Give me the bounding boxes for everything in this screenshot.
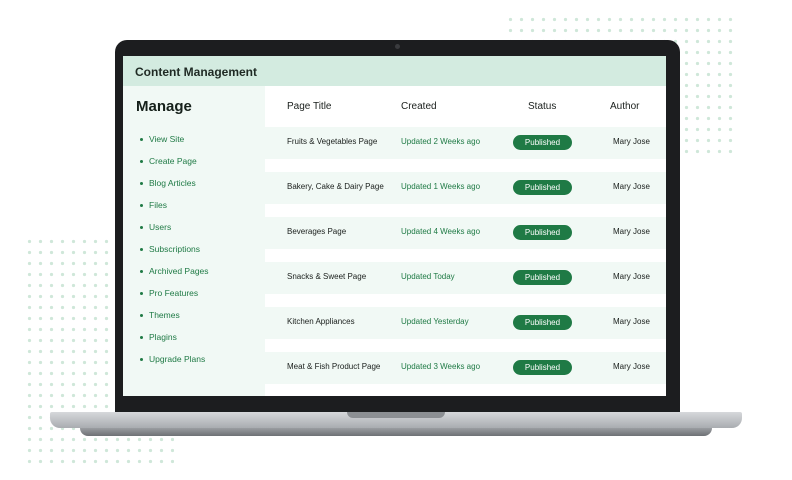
page-title-cell[interactable]: Meat & Fish Product Page xyxy=(287,362,380,371)
table-row[interactable]: Meat & Fish Product Page Updated 3 Weeks… xyxy=(265,352,666,396)
created-cell: Updated 2 Weeks ago xyxy=(401,137,481,146)
sidebar-item-themes[interactable]: Themes xyxy=(140,304,209,326)
column-header-page-title[interactable]: Page Title xyxy=(287,101,331,112)
app-title: Content Management xyxy=(135,65,258,79)
table-header: Page Title Created Status Author xyxy=(265,86,666,126)
table-row[interactable]: Bakery, Cake & Dairy Page Updated 1 Week… xyxy=(265,172,666,217)
author-cell: Mary Jose xyxy=(613,182,650,191)
sidebar: Manage View Site Create Page Blog Articl… xyxy=(123,86,265,396)
sidebar-item-blog-articles[interactable]: Blog Articles xyxy=(140,172,209,194)
author-cell: Mary Jose xyxy=(613,227,650,236)
app-header: Content Management xyxy=(123,56,666,86)
status-badge: Published xyxy=(513,315,572,330)
sidebar-item-archived-pages[interactable]: Archived Pages xyxy=(140,260,209,282)
pages-table: Page Title Created Status Author Fruits … xyxy=(265,86,666,396)
created-cell: Updated Yesterday xyxy=(401,317,469,326)
page-title-cell[interactable]: Fruits & Vegetables Page xyxy=(287,137,377,146)
sidebar-item-files[interactable]: Files xyxy=(140,194,209,216)
page-title-cell[interactable]: Snacks & Sweet Page xyxy=(287,272,366,281)
sidebar-heading: Manage xyxy=(136,98,192,115)
column-header-created[interactable]: Created xyxy=(401,101,437,112)
table-row[interactable]: Beverages Page Updated 4 Weeks ago Publi… xyxy=(265,217,666,262)
page-title-cell[interactable]: Kitchen Appliances xyxy=(287,317,355,326)
author-cell: Mary Jose xyxy=(613,317,650,326)
status-badge: Published xyxy=(513,135,572,150)
sidebar-item-users[interactable]: Users xyxy=(140,216,209,238)
table-row[interactable]: Snacks & Sweet Page Updated Today Publis… xyxy=(265,262,666,307)
table-row[interactable]: Kitchen Appliances Updated Yesterday Pub… xyxy=(265,307,666,352)
table-body: Fruits & Vegetables Page Updated 2 Weeks… xyxy=(265,127,666,396)
status-badge: Published xyxy=(513,225,572,240)
sidebar-item-subscriptions[interactable]: Subscriptions xyxy=(140,238,209,260)
status-badge: Published xyxy=(513,180,572,195)
column-header-status[interactable]: Status xyxy=(528,101,556,112)
sidebar-item-plugins[interactable]: Plagins xyxy=(140,326,209,348)
author-cell: Mary Jose xyxy=(613,362,650,371)
camera-icon xyxy=(395,44,400,49)
status-badge: Published xyxy=(513,360,572,375)
page-title-cell[interactable]: Bakery, Cake & Dairy Page xyxy=(287,182,384,191)
sidebar-item-create-page[interactable]: Create Page xyxy=(140,150,209,172)
page-title-cell[interactable]: Beverages Page xyxy=(287,227,346,236)
column-header-author[interactable]: Author xyxy=(610,101,639,112)
laptop-frame: Content Management Manage View Site Crea… xyxy=(115,40,680,418)
created-cell: Updated 3 Weeks ago xyxy=(401,362,481,371)
created-cell: Updated 1 Weeks ago xyxy=(401,182,481,191)
sidebar-item-view-site[interactable]: View Site xyxy=(140,128,209,150)
created-cell: Updated Today xyxy=(401,272,455,281)
laptop-screen: Content Management Manage View Site Crea… xyxy=(123,56,666,396)
table-row[interactable]: Fruits & Vegetables Page Updated 2 Weeks… xyxy=(265,127,666,172)
status-badge: Published xyxy=(513,270,572,285)
author-cell: Mary Jose xyxy=(613,272,650,281)
laptop-base xyxy=(50,412,742,428)
sidebar-nav: View Site Create Page Blog Articles File… xyxy=(140,128,209,370)
laptop-base-notch xyxy=(347,412,445,418)
created-cell: Updated 4 Weeks ago xyxy=(401,227,481,236)
author-cell: Mary Jose xyxy=(613,137,650,146)
sidebar-item-pro-features[interactable]: Pro Features xyxy=(140,282,209,304)
sidebar-item-upgrade-plans[interactable]: Upgrade Plans xyxy=(140,348,209,370)
laptop-base-edge xyxy=(80,428,712,436)
